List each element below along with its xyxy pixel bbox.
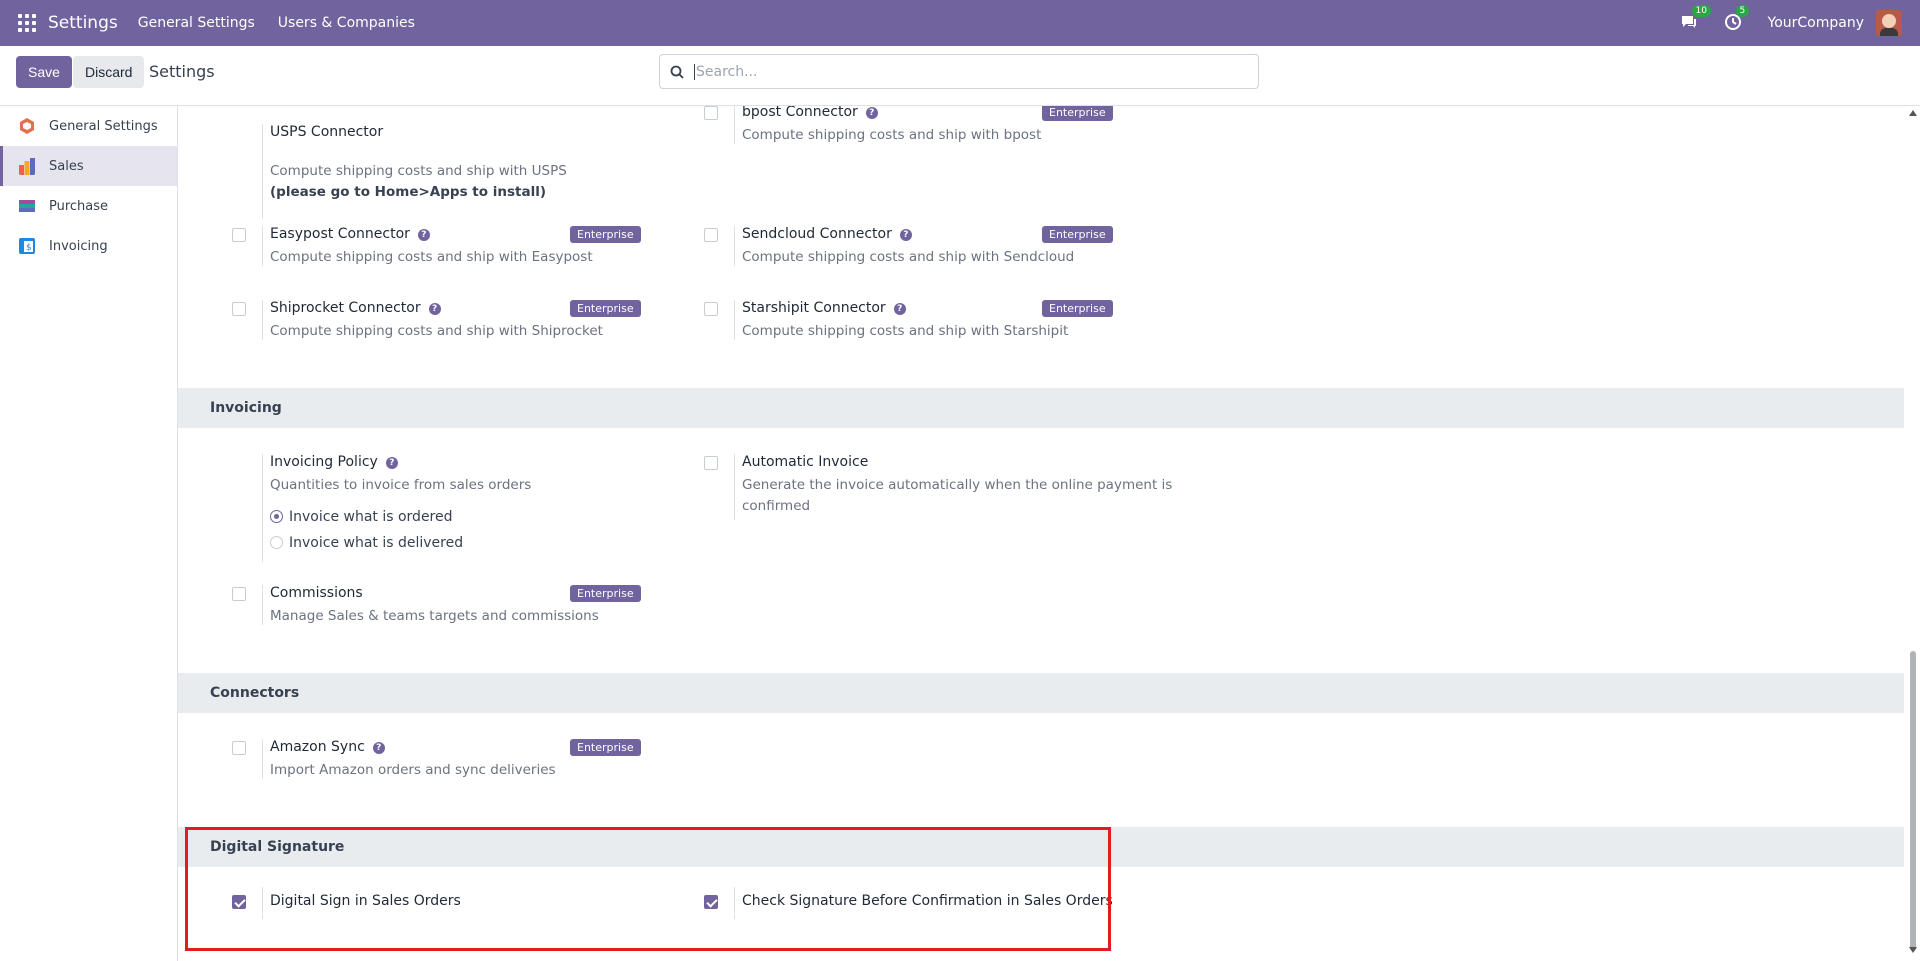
sidebar-item-invoicing[interactable]: $ Invoicing	[0, 226, 177, 266]
enterprise-badge: Enterprise	[570, 585, 641, 602]
starshipit-checkbox[interactable]	[704, 302, 718, 316]
setting-easypost: Easypost Connector? Compute shipping cos…	[232, 226, 672, 266]
bpost-checkbox[interactable]	[704, 106, 718, 120]
search-placeholder: Search...	[694, 63, 758, 80]
shiprocket-checkbox[interactable]	[232, 302, 246, 316]
help-icon[interactable]: ?	[417, 229, 430, 241]
setting-title: Easypost Connector?	[270, 226, 430, 242]
setting-title: USPS Connector	[270, 124, 384, 140]
menu-general-settings[interactable]: General Settings	[138, 15, 255, 31]
menu-users-companies[interactable]: Users & Companies	[278, 15, 415, 31]
setting-desc: Compute shipping costs and ship with Sta…	[742, 323, 1069, 339]
user-avatar[interactable]	[1876, 10, 1902, 36]
setting-desc: Compute shipping costs and ship with Eas…	[270, 249, 593, 265]
help-icon[interactable]: ?	[372, 742, 385, 754]
help-icon[interactable]: ?	[428, 303, 441, 315]
enterprise-badge: Enterprise	[570, 739, 641, 756]
easypost-checkbox[interactable]	[232, 228, 246, 242]
save-button[interactable]: Save	[16, 56, 72, 88]
setting-desc: Quantities to invoice from sales orders	[270, 477, 532, 493]
top-navbar: Settings General Settings Users & Compan…	[0, 0, 1920, 46]
setting-title: Amazon Sync?	[270, 739, 385, 755]
enterprise-badge: Enterprise	[570, 226, 641, 243]
highlight-box	[185, 827, 1111, 951]
setting-starshipit: Starshipit Connector? Compute shipping c…	[704, 300, 1144, 340]
setting-title: Starshipit Connector?	[742, 300, 906, 316]
help-icon[interactable]: ?	[865, 107, 878, 119]
install-note: (please go to Home>Apps to install)	[270, 184, 546, 200]
setting-desc: Manage Sales & teams targets and commiss…	[270, 608, 599, 624]
section-header-connectors: Connectors	[178, 673, 1904, 713]
amazon-sync-checkbox[interactable]	[232, 741, 246, 755]
scroll-down-icon[interactable]	[1909, 947, 1917, 953]
svg-text:$: $	[26, 243, 32, 253]
help-icon[interactable]: ?	[385, 457, 398, 469]
help-icon[interactable]: ?	[899, 229, 912, 241]
radio-invoice-delivered[interactable]: Invoice what is delivered	[270, 535, 463, 551]
vertical-scrollbar[interactable]	[1906, 106, 1920, 961]
setting-bpost: bpost Connector? Compute shipping costs …	[704, 106, 1144, 144]
setting-commissions: Commissions Manage Sales & teams targets…	[232, 585, 672, 625]
enterprise-badge: Enterprise	[1042, 106, 1113, 121]
help-icon[interactable]: ?	[893, 303, 906, 315]
settings-sidebar: General Settings Sales Purchase $ Invoic…	[0, 106, 178, 961]
messages-button[interactable]: 10	[1680, 5, 1711, 33]
control-panel: Save Discard Settings Search...	[0, 46, 1920, 106]
sidebar-item-purchase[interactable]: Purchase	[0, 186, 177, 226]
search-input[interactable]: Search...	[659, 54, 1259, 89]
automatic-invoice-checkbox[interactable]	[704, 456, 718, 470]
sendcloud-checkbox[interactable]	[704, 228, 718, 242]
app-title[interactable]: Settings	[48, 13, 118, 33]
enterprise-badge: Enterprise	[1042, 300, 1113, 317]
enterprise-badge: Enterprise	[570, 300, 641, 317]
radio-selected-icon	[270, 510, 283, 523]
setting-desc: Compute shipping costs and ship with Sen…	[742, 249, 1075, 265]
setting-title: Invoicing Policy?	[270, 454, 398, 470]
radio-unselected-icon	[270, 536, 283, 549]
discard-button[interactable]: Discard	[73, 56, 145, 88]
activity-button[interactable]: 5	[1724, 5, 1750, 33]
setting-title: Commissions	[270, 585, 363, 601]
search-icon	[670, 65, 684, 79]
setting-automatic-invoice: Automatic Invoice Generate the invoice a…	[704, 454, 1172, 520]
setting-title: bpost Connector?	[742, 106, 878, 120]
radio-invoice-ordered[interactable]: Invoice what is ordered	[270, 509, 453, 525]
setting-invoicing-policy: Invoicing Policy? Quantities to invoice …	[232, 454, 672, 562]
sidebar-item-sales[interactable]: Sales	[0, 146, 177, 186]
setting-sendcloud: Sendcloud Connector? Compute shipping co…	[704, 226, 1144, 266]
sidebar-item-general-settings[interactable]: General Settings	[0, 106, 177, 146]
setting-title: Sendcloud Connector?	[742, 226, 912, 242]
scroll-up-icon[interactable]	[1909, 110, 1917, 116]
setting-usps: USPS Connector Compute shipping costs an…	[232, 124, 672, 219]
setting-desc-line1: Generate the invoice automatically when …	[742, 477, 1173, 493]
setting-amazon-sync: Amazon Sync? Import Amazon orders and sy…	[232, 739, 672, 779]
sidebar-item-label: Purchase	[49, 198, 109, 214]
setting-desc: Compute shipping costs and ship with Shi…	[270, 323, 603, 339]
setting-title: Shiprocket Connector?	[270, 300, 441, 316]
setting-desc: Import Amazon orders and sync deliveries	[270, 762, 556, 778]
setting-desc: Compute shipping costs and ship with bpo…	[742, 127, 1042, 143]
sidebar-item-label: General Settings	[49, 118, 158, 134]
sales-icon	[19, 158, 35, 175]
settings-content: USPS Connector Compute shipping costs an…	[178, 106, 1904, 961]
setting-shiprocket: Shiprocket Connector? Compute shipping c…	[232, 300, 672, 340]
invoicing-icon: $	[19, 238, 35, 254]
section-header-invoicing: Invoicing	[178, 388, 1904, 428]
setting-title: Automatic Invoice	[742, 454, 869, 470]
activity-count-badge: 5	[1735, 5, 1750, 17]
general-settings-icon	[20, 118, 34, 134]
sidebar-item-label: Sales	[49, 158, 84, 174]
commissions-checkbox[interactable]	[232, 587, 246, 601]
apps-menu-icon[interactable]	[18, 14, 36, 32]
company-switcher[interactable]: YourCompany	[1768, 15, 1865, 31]
setting-desc: Compute shipping costs and ship with USP…	[270, 163, 567, 179]
page-title: Settings	[149, 62, 215, 81]
sidebar-item-label: Invoicing	[49, 238, 108, 254]
purchase-icon	[19, 200, 35, 212]
setting-desc-line2: confirmed	[742, 498, 811, 514]
messages-count-badge: 10	[1691, 5, 1711, 17]
scroll-thumb[interactable]	[1910, 651, 1916, 951]
enterprise-badge: Enterprise	[1042, 226, 1113, 243]
